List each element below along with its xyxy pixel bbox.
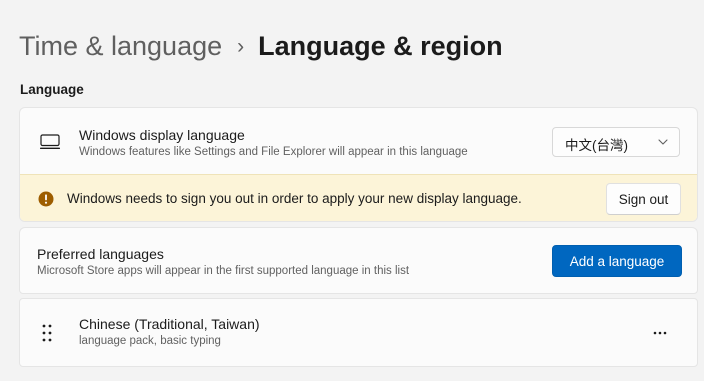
preferred-languages-card: Preferred languages Microsoft Store apps…	[19, 227, 698, 294]
chevron-down-icon	[658, 139, 668, 145]
warning-message: Windows needs to sign you out in order t…	[67, 191, 522, 206]
display-language-card: Windows display language Windows feature…	[19, 107, 698, 222]
more-options-icon[interactable]	[650, 327, 670, 339]
display-language-description: Windows features like Settings and File …	[79, 146, 468, 158]
language-name: Chinese (Traditional, Taiwan)	[79, 316, 260, 332]
info-warning-icon	[38, 191, 54, 207]
page-title: Language & region	[258, 30, 503, 61]
sign-out-warning-bar: Windows needs to sign you out in order t…	[20, 174, 697, 221]
language-list-item[interactable]: Chinese (Traditional, Taiwan) language p…	[19, 298, 698, 367]
breadcrumb-parent-link[interactable]: Time & language	[19, 31, 222, 62]
section-heading-language: Language	[20, 82, 84, 97]
add-language-button[interactable]: Add a language	[552, 245, 682, 277]
preferred-languages-description: Microsoft Store apps will appear in the …	[37, 265, 410, 277]
sign-out-button[interactable]: Sign out	[606, 183, 681, 215]
display-language-selected-value: 中文(台灣)	[565, 138, 628, 153]
breadcrumb-separator-icon: ›	[237, 34, 245, 58]
language-features: language pack, basic typing	[79, 335, 221, 347]
display-language-dropdown[interactable]: 中文(台灣)	[552, 127, 680, 157]
display-language-title: Windows display language	[79, 127, 245, 143]
display-language-row: Windows display language Windows feature…	[20, 108, 697, 174]
preferred-languages-title: Preferred languages	[37, 246, 164, 262]
monitor-icon	[40, 134, 60, 149]
drag-handle-icon[interactable]	[42, 324, 52, 342]
breadcrumb: Time & language › Language & region	[19, 26, 503, 66]
